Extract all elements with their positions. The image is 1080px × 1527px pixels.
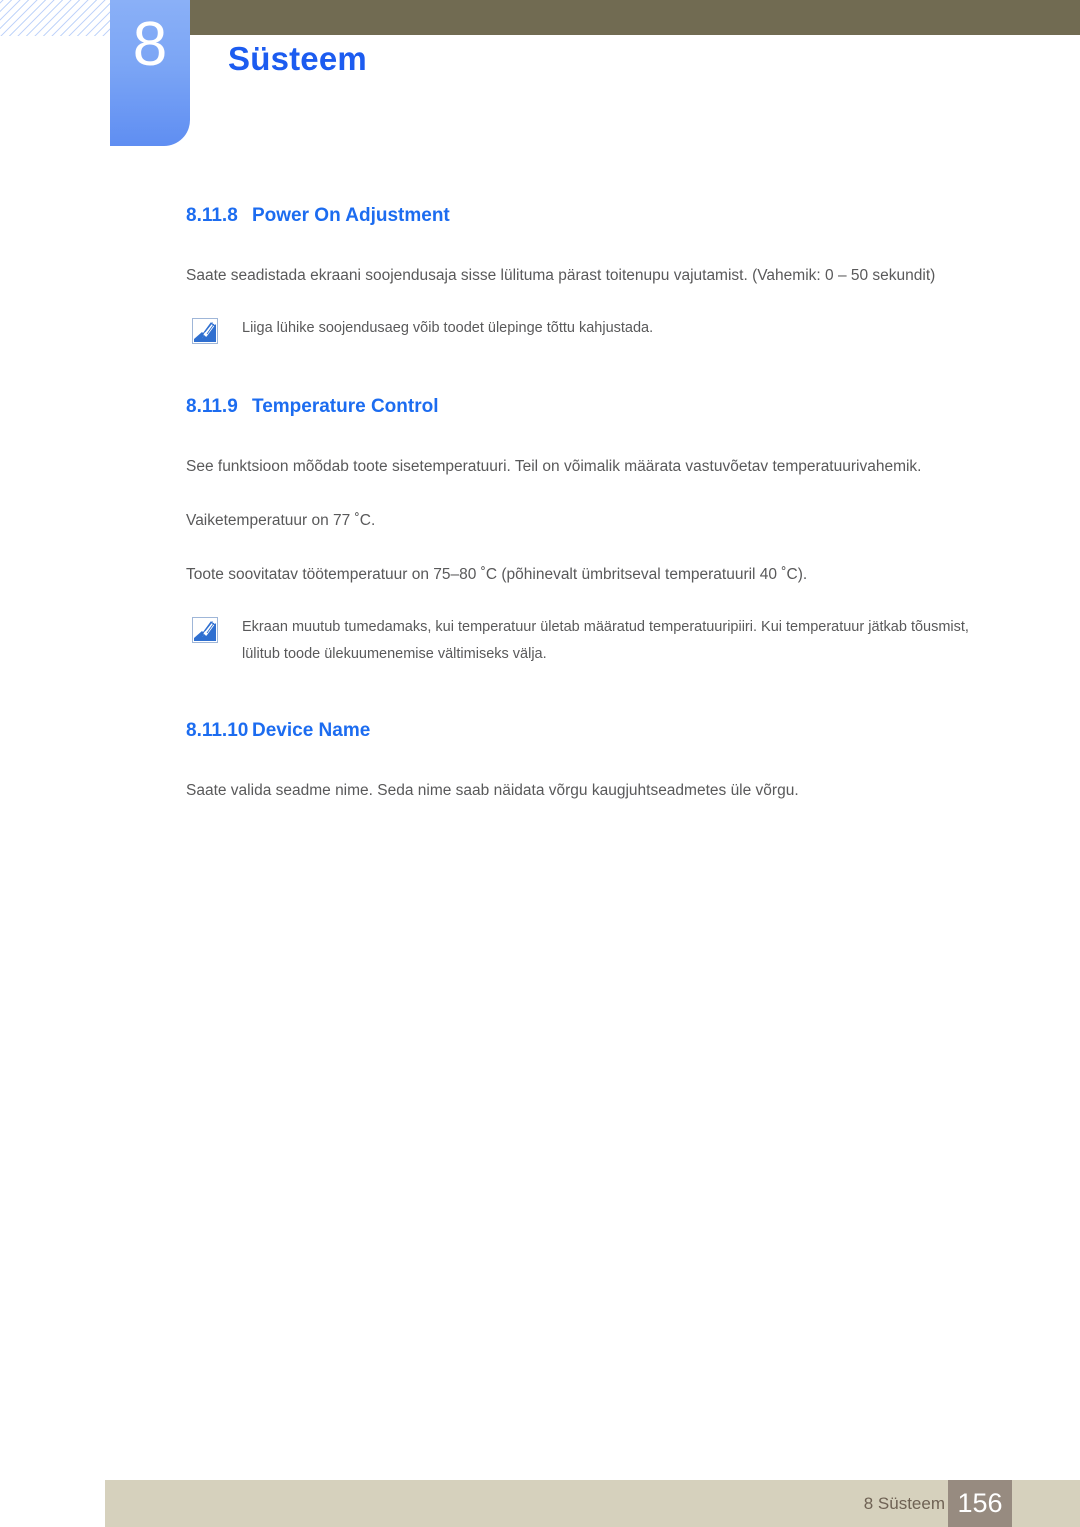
document-content: 8.11.8 Power On Adjustment Saate seadista… — [186, 205, 996, 806]
decorative-hatch-pattern — [0, 0, 112, 36]
section-title: Temperature Control — [252, 396, 439, 417]
footer-chapter-label: 8 Süsteem — [863, 1494, 945, 1513]
header-bar — [190, 0, 1080, 35]
note-pencil-icon — [192, 617, 218, 643]
section-title: Device Name — [252, 720, 371, 741]
chapter-number-badge: 8 — [110, 0, 190, 146]
paragraph: See funktsioon mõõdab toote sisetemperat… — [186, 458, 922, 475]
page-number-badge: 156 — [948, 1480, 1012, 1527]
section-heading: 8.11.9 Temperature Control — [186, 396, 996, 418]
section-device-name: 8.11.10 Device Name Saate valida seadme n… — [186, 720, 996, 806]
section-temperature-control: 8.11.9 Temperature Control See funktsioon… — [186, 396, 996, 668]
note-text: Ekraan muutub tumedamaks, kui temperatuu… — [242, 619, 969, 662]
note-block: Liiga lühike soojendusaeg võib toodet ül… — [186, 315, 996, 344]
section-heading: 8.11.10 Device Name — [186, 720, 996, 742]
paragraph: Toote soovitatav töötemperatuur on 75–80… — [186, 566, 808, 583]
note-block: Ekraan muutub tumedamaks, kui temperatuu… — [186, 614, 996, 668]
page-number: 156 — [957, 1488, 1003, 1518]
section-power-on-adjustment: 8.11.8 Power On Adjustment Saate seadista… — [186, 205, 996, 344]
section-number: 8.11.9 — [186, 396, 238, 417]
note-pencil-icon — [192, 318, 218, 344]
paragraph: Saate seadistada ekraani soojendusaja si… — [186, 267, 936, 284]
chapter-number: 8 — [132, 10, 168, 79]
section-heading: 8.11.8 Power On Adjustment — [186, 205, 996, 227]
paragraph: Saate valida seadme nime. Seda nime saab… — [186, 782, 799, 799]
note-text: Liiga lühike soojendusaeg võib toodet ül… — [242, 320, 654, 336]
section-title: Power On Adjustment — [252, 205, 450, 226]
paragraph: Vaiketemperatuur on 77 ˚C. — [186, 512, 376, 529]
page-title: Süsteem — [228, 40, 367, 77]
section-number: 8.11.10 — [186, 720, 249, 741]
section-number: 8.11.8 — [186, 205, 238, 226]
